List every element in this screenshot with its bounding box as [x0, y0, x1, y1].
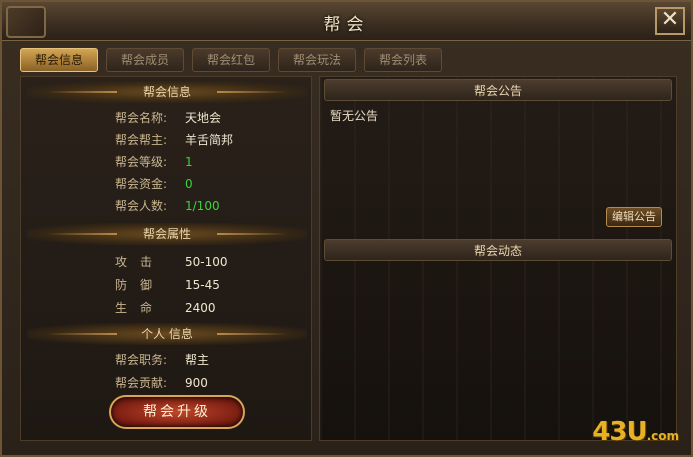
personal-info-header: 个人 信息 [27, 323, 307, 345]
guild-upgrade-button[interactable]: 帮会升级 [109, 395, 245, 429]
guild-level-value: 1 [185, 155, 193, 169]
position-value: 帮主 [185, 353, 210, 367]
guild-members-label: 帮会人数: [115, 199, 168, 213]
guild-info-header: 帮会信息 [27, 81, 307, 103]
guild-notice-panel: 帮会公告 暂无公告 编辑公告 帮会动态 [319, 76, 677, 441]
guild-window: 帮会 ✕ 帮会信息 帮会成员 帮会红包 帮会玩法 帮会列表 帮会信息 帮会名称:… [0, 0, 693, 457]
attack-label: 攻击 [115, 255, 166, 269]
defense-value: 15-45 [185, 278, 220, 292]
guild-leader-row: 帮会帮主: 羊舌简邦 [115, 131, 233, 149]
edit-notice-button[interactable]: 编辑公告 [606, 207, 662, 227]
contribution-row: 帮会贡献: 900 [115, 374, 208, 392]
contribution-value: 900 [185, 376, 208, 390]
activity-header: 帮会动态 [324, 239, 672, 261]
position-row: 帮会职务: 帮主 [115, 351, 209, 369]
tab-guild-gameplay[interactable]: 帮会玩法 [278, 48, 356, 72]
guild-funds-value: 0 [185, 177, 193, 191]
attack-row: 攻击 50-100 [115, 253, 228, 271]
attack-value: 50-100 [185, 255, 228, 269]
hp-value: 2400 [185, 301, 216, 315]
position-label: 帮会职务: [115, 353, 168, 367]
guild-leader-value: 羊舌简邦 [185, 133, 234, 147]
defense-row: 防御 15-45 [115, 276, 220, 294]
guild-name-label: 帮会名称: [115, 111, 168, 125]
defense-label: 防御 [115, 278, 166, 292]
guild-level-row: 帮会等级: 1 [115, 153, 193, 171]
notice-header: 帮会公告 [324, 79, 672, 101]
tab-guild-members[interactable]: 帮会成员 [106, 48, 184, 72]
guild-funds-label: 帮会资金: [115, 177, 168, 191]
hp-row: 生命 2400 [115, 299, 216, 317]
guild-leader-label: 帮会帮主: [115, 133, 168, 147]
guild-funds-row: 帮会资金: 0 [115, 175, 193, 193]
guild-members-row: 帮会人数: 1/100 [115, 197, 220, 215]
hp-label: 生命 [115, 301, 166, 315]
guild-level-label: 帮会等级: [115, 155, 168, 169]
guild-name-row: 帮会名称: 天地会 [115, 109, 221, 127]
notice-text: 暂无公告 [330, 109, 379, 123]
contribution-label: 帮会贡献: [115, 376, 168, 390]
title-bar[interactable]: 帮会 ✕ [2, 2, 691, 41]
watermark-suffix: .com [646, 429, 679, 443]
tab-guild-red-packet[interactable]: 帮会红包 [192, 48, 270, 72]
window-title: 帮会 [323, 15, 370, 35]
guild-members-value: 1/100 [185, 199, 220, 213]
guild-info-panel: 帮会信息 帮会名称: 天地会 帮会帮主: 羊舌简邦 帮会等级: 1 帮会资金: 0 帮会… [20, 76, 312, 441]
watermark-main: 43U [592, 417, 647, 447]
site-watermark-logo: 43U.com [592, 417, 679, 447]
close-button[interactable]: ✕ [655, 7, 685, 35]
guild-name-value: 天地会 [185, 111, 222, 125]
tab-guild-info[interactable]: 帮会信息 [20, 48, 98, 72]
tab-guild-list[interactable]: 帮会列表 [364, 48, 442, 72]
guild-attributes-header: 帮会属性 [27, 223, 307, 245]
